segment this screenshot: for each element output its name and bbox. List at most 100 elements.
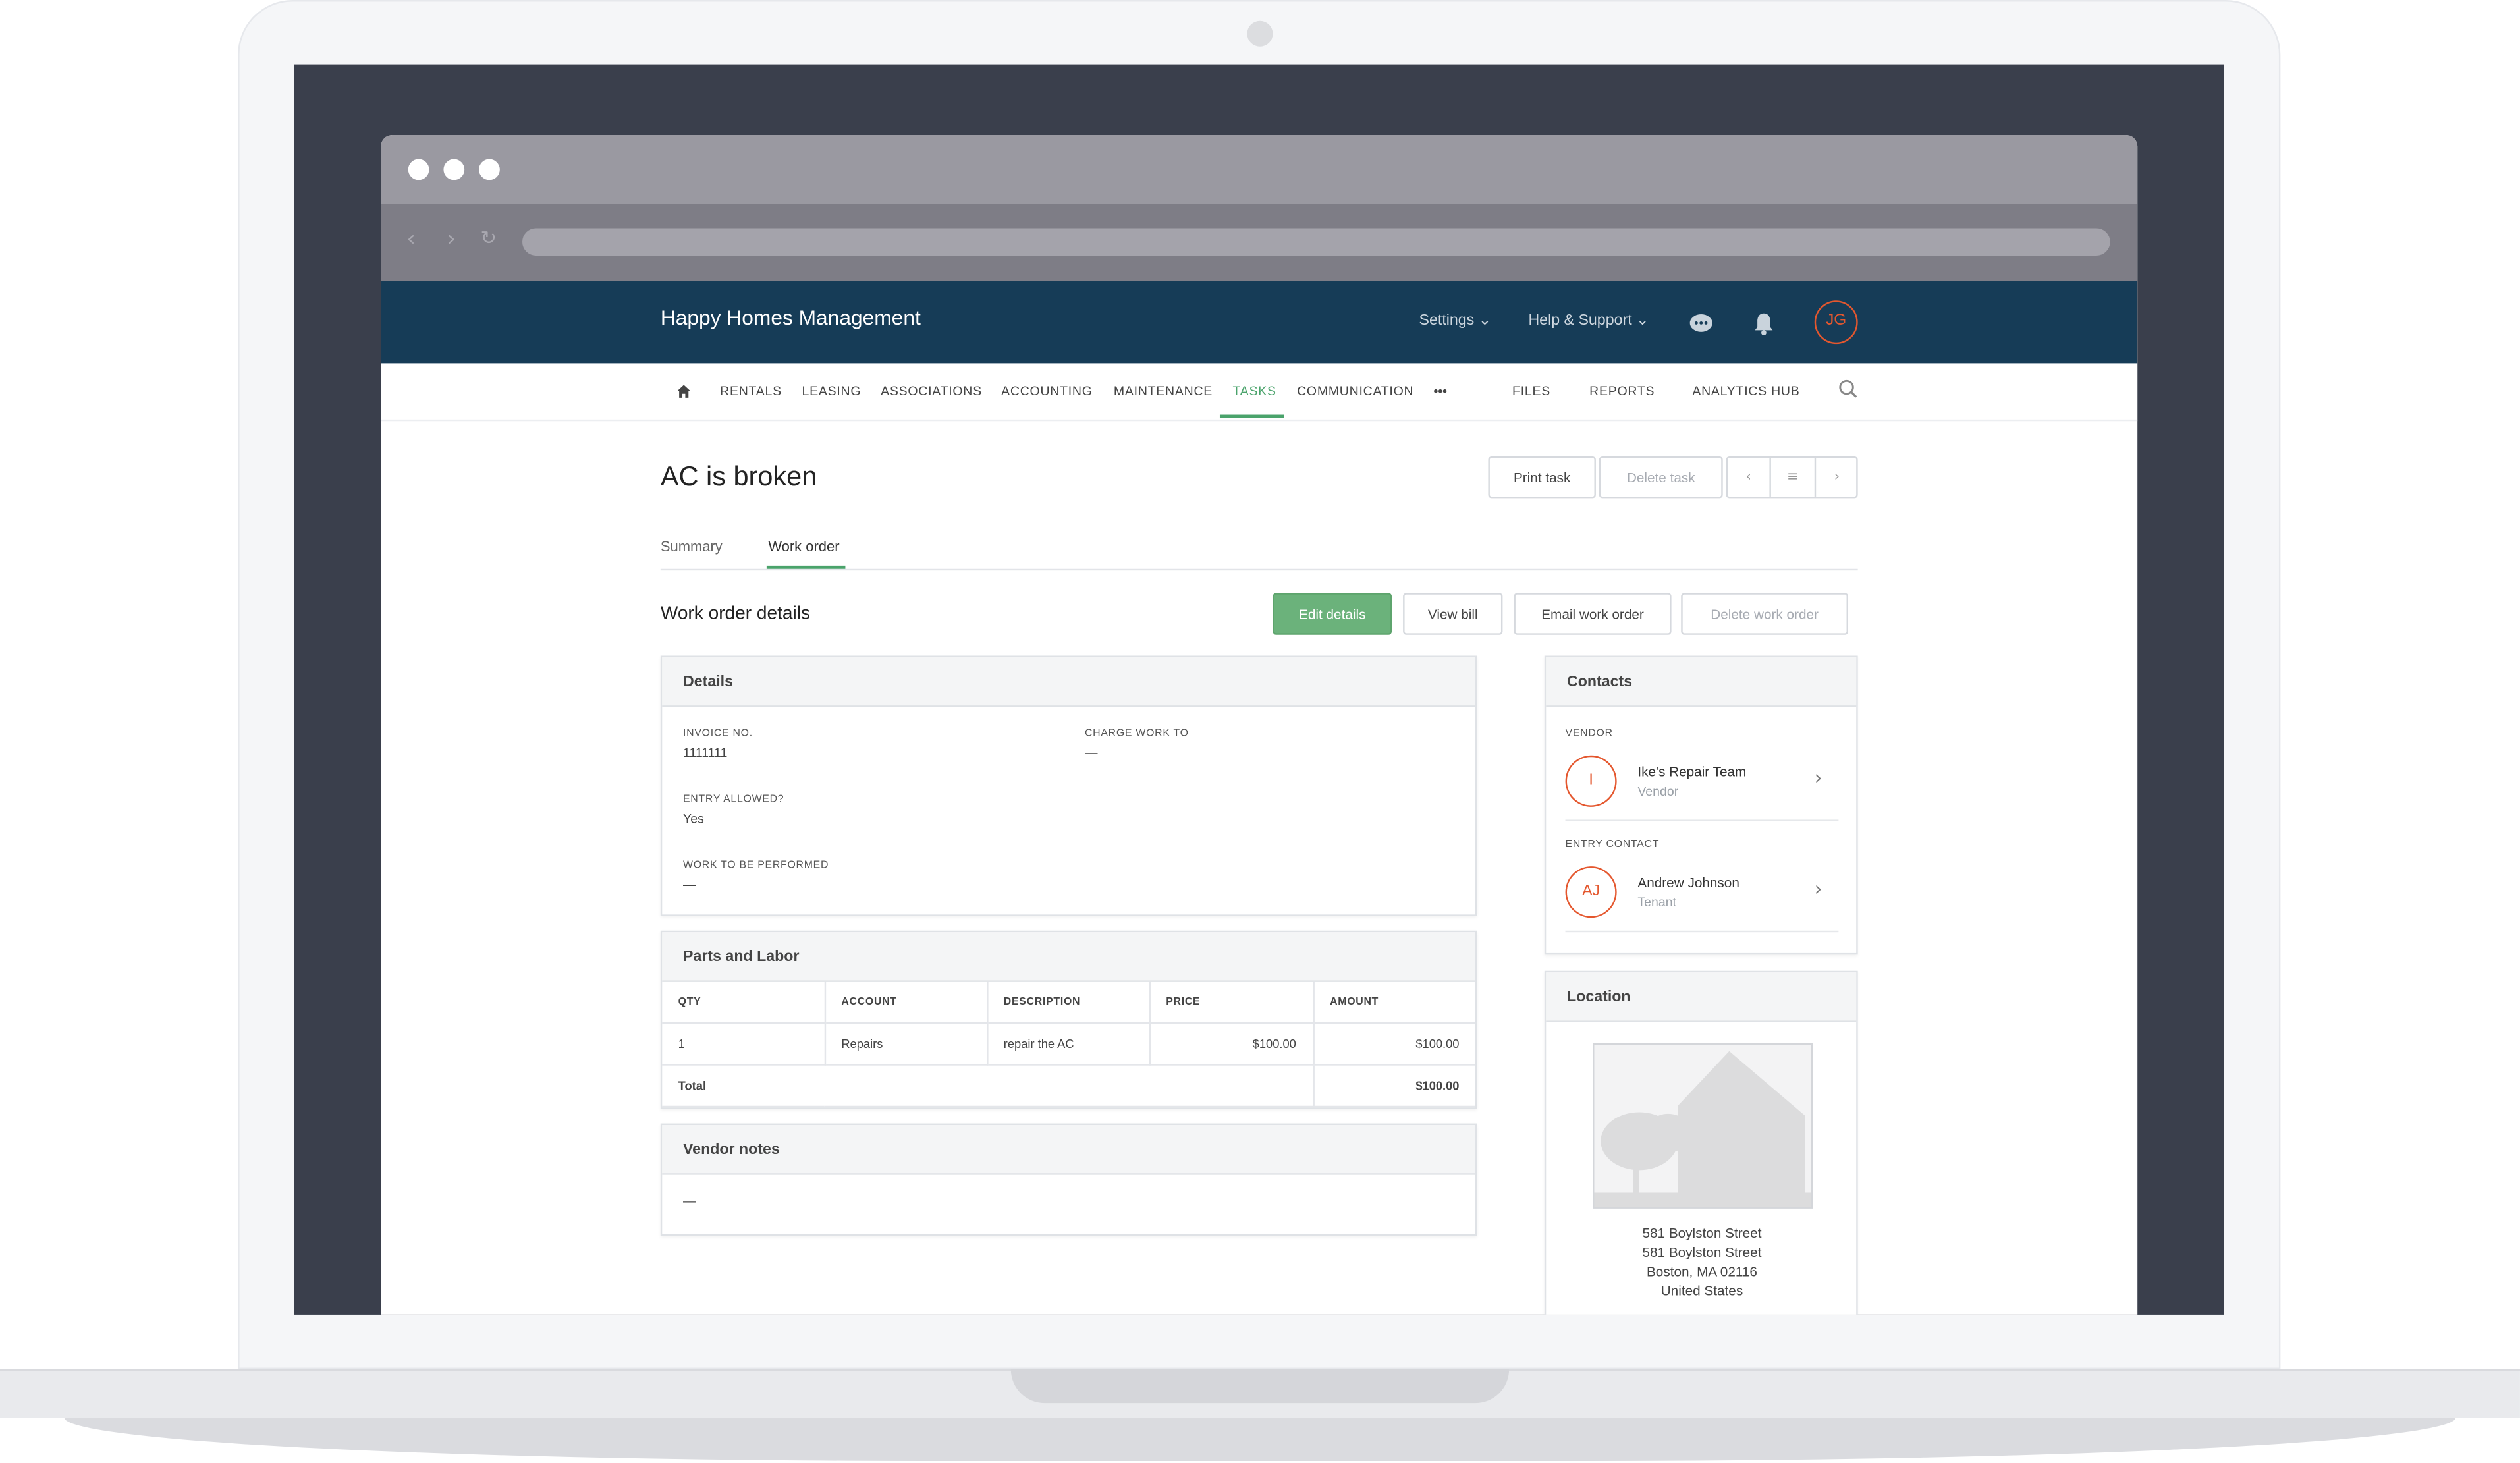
- home-icon[interactable]: [676, 384, 691, 399]
- brand-name[interactable]: Happy Homes Management: [661, 306, 921, 330]
- entry-contact-name: Andrew Johnson: [1637, 874, 1739, 891]
- nav-accounting[interactable]: ACCOUNTING: [1001, 384, 1093, 399]
- table-header-row: QTY ACCOUNT DESCRIPTION PRICE AMOUNT: [662, 981, 1475, 1024]
- nav-tasks[interactable]: TASKS: [1232, 384, 1276, 399]
- chevron-right-icon: ›: [1814, 766, 1822, 790]
- email-work-order-button[interactable]: Email work order: [1514, 593, 1672, 635]
- col-description: DESCRIPTION: [987, 981, 1150, 1024]
- work-order-heading: Work order details: [660, 604, 811, 624]
- nav-active-indicator: [1219, 414, 1284, 418]
- contacts-panel: Contacts VENDOR I Ike's Repair Team Vend…: [1544, 655, 1858, 955]
- charge-value: —: [1085, 746, 1098, 761]
- app-header: [381, 281, 2138, 364]
- invoice-label: INVOICE NO.: [683, 728, 753, 740]
- print-task-button[interactable]: Print task: [1488, 456, 1596, 499]
- address-bar[interactable]: [522, 228, 2110, 256]
- contacts-title: Contacts: [1546, 657, 1857, 707]
- nav-more-icon[interactable]: •••: [1433, 384, 1447, 399]
- details-panel: Details INVOICE NO. 1111111 CHARGE WORK …: [660, 655, 1477, 916]
- chevron-down-icon: ⌄: [1636, 312, 1649, 330]
- page-title: AC is broken: [660, 461, 817, 492]
- property-image: [1593, 1043, 1813, 1209]
- forward-icon[interactable]: ›: [447, 227, 456, 252]
- settings-menu[interactable]: Settings ⌄: [1419, 312, 1492, 329]
- search-icon[interactable]: [1838, 379, 1857, 399]
- parts-labor-table: QTY ACCOUNT DESCRIPTION PRICE AMOUNT 1 R…: [662, 981, 1475, 1107]
- row-amount: $100.00: [1313, 1022, 1475, 1065]
- user-avatar[interactable]: JG: [1814, 300, 1858, 345]
- laptop-base-bottom: [64, 1418, 2456, 1461]
- entry-contact-label: ENTRY CONTACT: [1565, 839, 1660, 850]
- address-city: Boston, MA 02116: [1646, 1263, 1757, 1280]
- vendor-contact-row[interactable]: I Ike's Repair Team Vendor ›: [1565, 750, 1839, 821]
- total-value: $100.00: [1313, 1064, 1475, 1107]
- entry-contact-row[interactable]: AJ Andrew Johnson Tenant ›: [1565, 862, 1839, 933]
- reload-icon[interactable]: ↻: [481, 227, 497, 249]
- work-value: —: [683, 877, 696, 893]
- vendor-role: Vendor: [1637, 784, 1679, 799]
- tab-active-indicator: [766, 565, 846, 569]
- previous-task-icon[interactable]: ‹: [1728, 458, 1771, 497]
- tabs-divider: [660, 568, 1858, 571]
- chat-icon[interactable]: [1689, 314, 1713, 335]
- vendor-label: VENDOR: [1565, 728, 1613, 740]
- house-placeholder-icon: [1594, 1051, 1811, 1207]
- address-street: 581 Boylston Street: [1642, 1244, 1762, 1260]
- table-row: 1 Repairs repair the AC $100.00 $100.00: [662, 1022, 1475, 1065]
- nav-analytics-hub[interactable]: ANALYTICS HUB: [1692, 384, 1799, 399]
- delete-task-button[interactable]: Delete task: [1599, 456, 1723, 499]
- work-label: WORK TO BE PERFORMED: [683, 860, 829, 871]
- task-pager: ‹ ≡ ›: [1726, 456, 1858, 499]
- laptop-notch: [1010, 1369, 1510, 1404]
- vendor-notes-value: —: [683, 1194, 696, 1209]
- window-minimize-dot[interactable]: [443, 159, 465, 180]
- nav-leasing[interactable]: LEASING: [802, 384, 862, 399]
- tab-summary[interactable]: Summary: [661, 538, 723, 554]
- nav-rentals[interactable]: RENTALS: [720, 384, 782, 399]
- view-bill-button[interactable]: View bill: [1403, 593, 1503, 635]
- row-description: repair the AC: [987, 1022, 1150, 1065]
- vendor-name: Ike's Repair Team: [1637, 763, 1747, 780]
- nav-associations[interactable]: ASSOCIATIONS: [881, 384, 982, 399]
- entry-contact-avatar: AJ: [1565, 866, 1617, 918]
- row-account: Repairs: [824, 1022, 988, 1065]
- property-link[interactable]: 581 Boylston Street: [1546, 1225, 1857, 1240]
- parts-labor-title: Parts and Labor: [662, 932, 1475, 982]
- row-price: $100.00: [1149, 1022, 1314, 1065]
- browser-window: ‹ › ↻ Happy Homes Management Settings ⌄ …: [381, 134, 2138, 1315]
- vendor-notes-title: Vendor notes: [662, 1125, 1475, 1175]
- nav-reports[interactable]: REPORTS: [1589, 384, 1655, 399]
- delete-work-order-button[interactable]: Delete work order: [1681, 593, 1848, 635]
- window-maximize-dot[interactable]: [479, 159, 500, 180]
- camera: [1247, 20, 1273, 47]
- tab-work-order[interactable]: Work order: [768, 538, 839, 554]
- next-task-icon[interactable]: ›: [1816, 458, 1857, 497]
- invoice-value: 1111111: [683, 746, 728, 761]
- address-country: United States: [1660, 1283, 1743, 1299]
- entry-allowed-value: Yes: [683, 812, 704, 827]
- col-qty: QTY: [662, 981, 825, 1024]
- charge-label: CHARGE WORK TO: [1085, 728, 1189, 740]
- nav-files[interactable]: FILES: [1512, 384, 1550, 399]
- chevron-right-icon: ›: [1814, 877, 1822, 900]
- nav-communication[interactable]: COMMUNICATION: [1297, 384, 1413, 399]
- table-total-row: Total $100.00: [662, 1064, 1475, 1107]
- vendor-avatar: I: [1565, 755, 1617, 807]
- bell-icon[interactable]: [1753, 312, 1774, 336]
- back-icon[interactable]: ‹: [406, 227, 416, 252]
- entry-allowed-label: ENTRY ALLOWED?: [683, 794, 784, 806]
- task-list-icon[interactable]: ≡: [1771, 458, 1817, 497]
- row-qty: 1: [662, 1022, 825, 1065]
- col-amount: AMOUNT: [1313, 981, 1475, 1024]
- location-panel: Location 581 Boylston Street 581 Boylsto…: [1544, 970, 1858, 1315]
- total-label: Total: [662, 1064, 1314, 1107]
- window-close-dot[interactable]: [408, 159, 429, 180]
- help-support-menu[interactable]: Help & Support ⌄: [1528, 312, 1649, 329]
- col-price: PRICE: [1149, 981, 1314, 1024]
- browser-titlebar: [381, 134, 2138, 204]
- nav-maintenance[interactable]: MAINTENANCE: [1114, 384, 1213, 399]
- edit-details-button[interactable]: Edit details: [1273, 593, 1392, 635]
- chevron-down-icon: ⌄: [1478, 312, 1492, 330]
- entry-contact-role: Tenant: [1637, 895, 1676, 910]
- location-title: Location: [1546, 972, 1857, 1022]
